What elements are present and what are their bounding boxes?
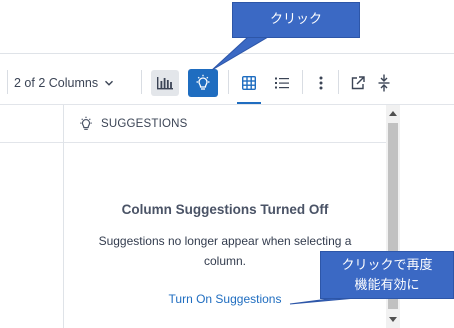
panel-header-border (64, 142, 386, 143)
list-icon (275, 77, 289, 89)
scroll-down-arrow-icon[interactable] (386, 313, 400, 325)
columns-dropdown[interactable]: 2 of 2 Columns (14, 72, 114, 94)
reenable-callout-line2: 機能有効に (354, 278, 420, 293)
suggestions-panel-header: SUGGESTIONS (78, 114, 188, 134)
scroll-up-arrow-icon[interactable] (386, 107, 400, 119)
collapse-button[interactable] (372, 70, 396, 96)
toolbar-separator (7, 70, 8, 94)
toolbar-separator (141, 70, 142, 94)
table-grid-icon (242, 76, 256, 90)
click-callout-text: クリック (269, 12, 322, 27)
more-vertical-icon (319, 76, 323, 90)
open-in-new-window-button[interactable] (346, 70, 370, 96)
click-callout: クリック (232, 2, 360, 38)
reenable-callout: クリックで再度 機能有効に (320, 251, 454, 299)
toolbar-separator (228, 70, 229, 94)
chart-button[interactable] (151, 70, 179, 96)
columns-dropdown-label: 2 of 2 Columns (14, 76, 99, 90)
external-link-icon (351, 76, 365, 90)
toolbar-top-border (0, 53, 454, 54)
grid-view-button[interactable] (237, 70, 261, 96)
chevron-down-icon (104, 78, 114, 88)
table-area (0, 105, 63, 328)
lightbulb-icon (194, 74, 212, 92)
suggestions-toggle-button[interactable] (188, 69, 218, 97)
bar-chart-icon (157, 76, 173, 90)
reenable-callout-line1: クリックで再度 (341, 258, 433, 273)
empty-state-description: Suggestions no longer appear when select… (98, 234, 352, 268)
table-header-border (0, 142, 63, 143)
toolbar-separator (302, 70, 303, 94)
lightbulb-icon (78, 116, 94, 132)
empty-state-title: Column Suggestions Turned Off (121, 202, 329, 217)
list-view-button[interactable] (270, 70, 294, 96)
toolbar-separator (338, 70, 339, 94)
collapse-icon (378, 74, 390, 92)
more-options-button[interactable] (310, 70, 332, 96)
suggestions-panel-title: SUGGESTIONS (101, 118, 188, 130)
